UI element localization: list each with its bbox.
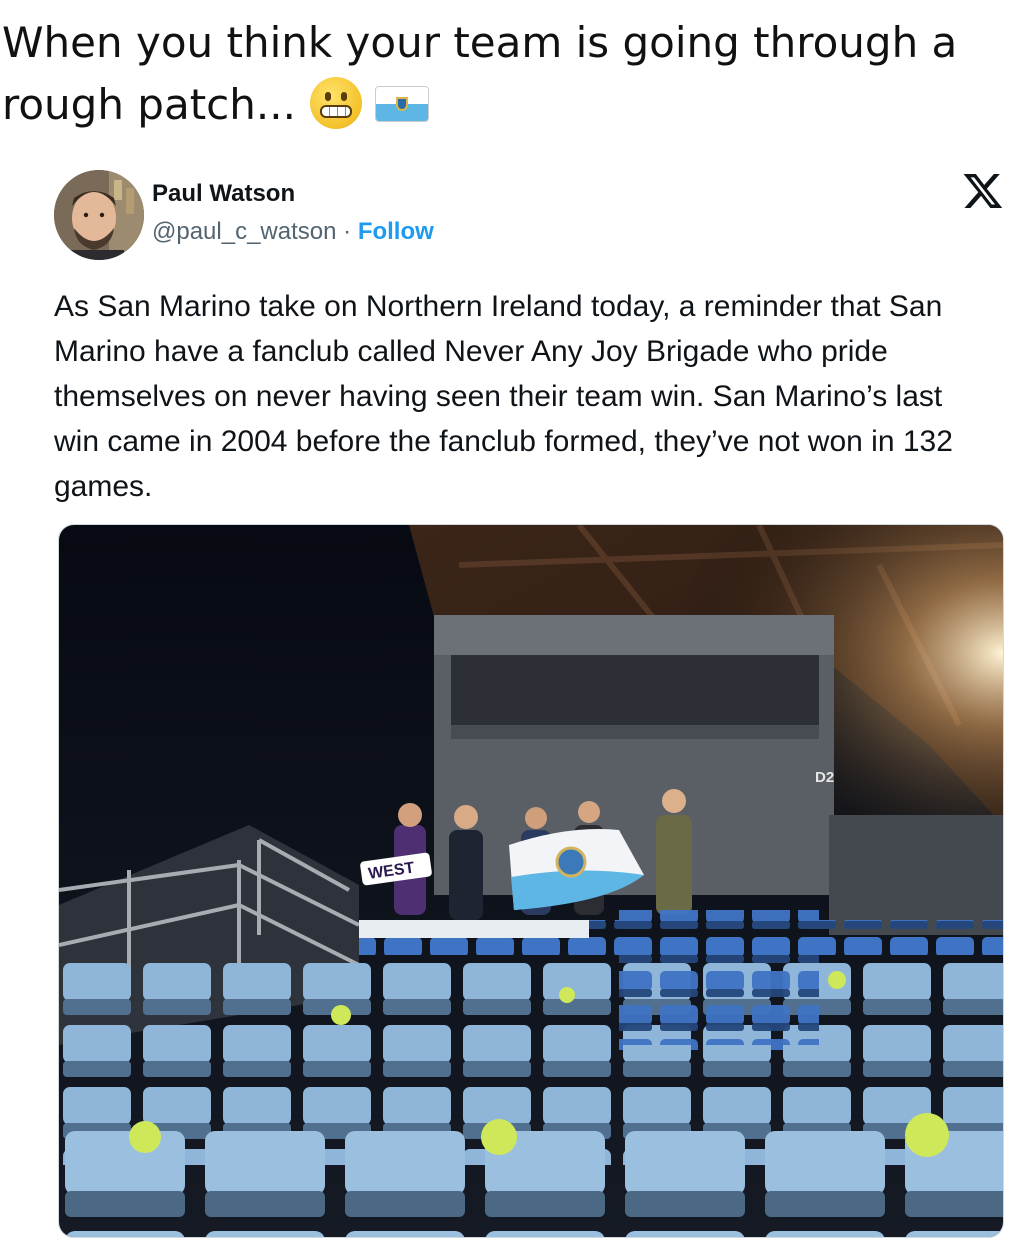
avatar[interactable] — [54, 170, 144, 260]
stadium-photo: D2 WEST — [59, 525, 1003, 1237]
tweet-text: As San Marino take on Northern Ireland t… — [54, 290, 953, 503]
author-handle[interactable]: @paul_c_watson — [152, 218, 336, 245]
author-handle-line: @paul_c_watson · Follow — [152, 218, 434, 246]
tweet-photo[interactable]: D2 WEST — [58, 524, 1004, 1238]
follow-button[interactable]: Follow — [358, 218, 434, 245]
separator: · — [336, 218, 358, 245]
grimacing-face-icon — [309, 77, 362, 129]
san-marino-flag-icon — [375, 87, 428, 121]
x-logo-icon[interactable] — [962, 170, 1004, 212]
author-name[interactable]: Paul Watson — [152, 180, 295, 208]
post-caption: When you think your team is going throug… — [2, 12, 1012, 136]
caption-text: When you think your team is going throug… — [2, 18, 958, 129]
section-sign: D2 — [815, 769, 834, 786]
